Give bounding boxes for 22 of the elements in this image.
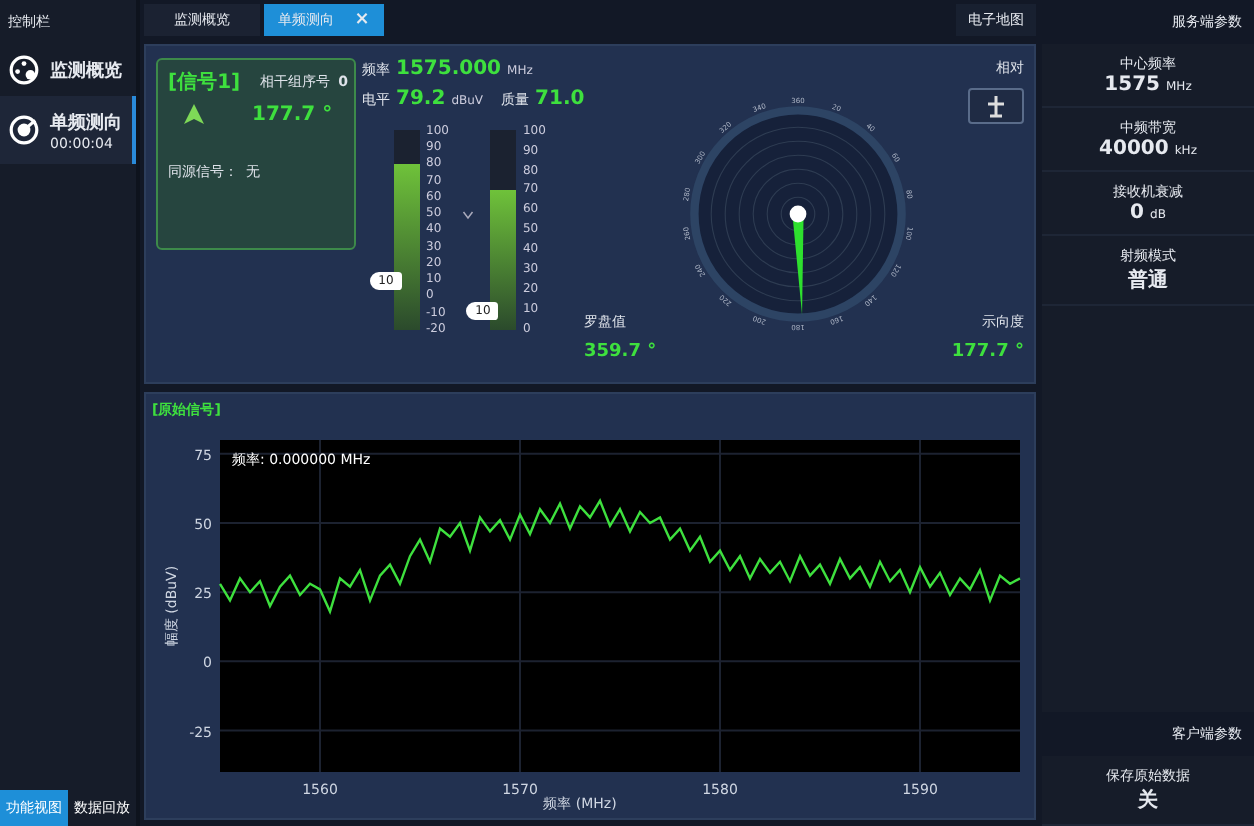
parameter-value: 40000 [1099,138,1169,160]
chevron-icon [462,209,475,220]
level-value: 79.2 [396,87,446,110]
parameter-value: 0 [1130,202,1145,224]
radar-icon [8,114,40,146]
dashboard-icon [8,54,40,86]
parameter-value: 1575 [1104,74,1160,96]
parameter-value: 普通 [1128,266,1168,294]
relative-button[interactable] [968,87,1024,124]
arrow-icon [184,104,204,125]
bearing-value: 177.7 ° [951,342,1024,362]
quality-value: 71.0 [535,87,585,110]
direction-needle [789,205,807,315]
parameter-value: 关 [1138,787,1158,814]
compass-value: 359.7 ° [584,342,652,362]
bearing-value: 177.7 ° [252,103,333,126]
nav-label: 单频测向 [50,111,122,135]
nav-item[interactable]: 监测概览 [0,44,136,96]
frequency-value: 1575.000 [396,57,502,80]
antenna-icon [984,93,1008,118]
nav-label: 监测概览 [50,59,122,83]
signal-title: [信号1] [168,69,241,96]
